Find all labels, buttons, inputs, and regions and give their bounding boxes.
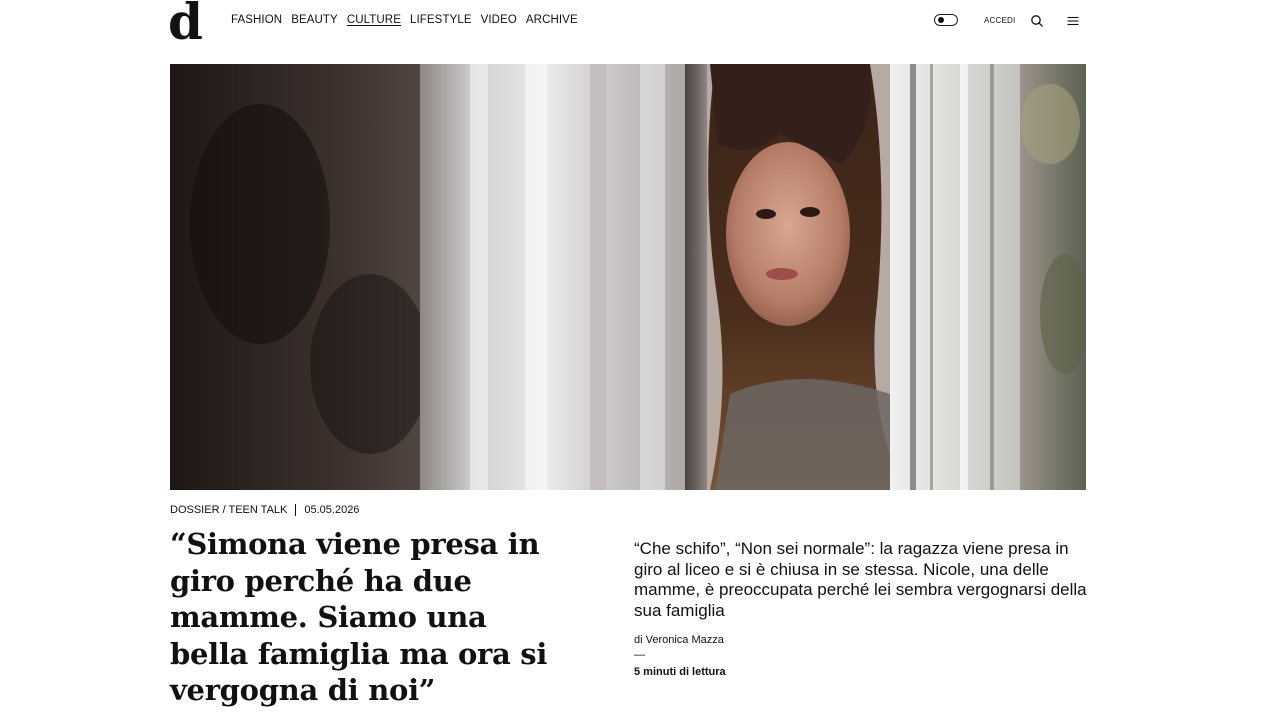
nav-item-culture[interactable]: CULTURE (347, 13, 401, 27)
article-byline: di Veronica Mazza (634, 634, 724, 646)
meta-divider (295, 504, 297, 516)
theme-toggle-icon (938, 17, 944, 23)
site-logo[interactable]: d (168, 0, 203, 48)
article-category[interactable]: DOSSIER / TEEN TALK (170, 503, 287, 517)
article-date: 05.05.2026 (304, 504, 360, 516)
nav-item-archive[interactable]: ARCHIVE (526, 13, 578, 27)
nav-item-fashion[interactable]: FASHION (231, 13, 282, 27)
menu-button[interactable] (1066, 14, 1080, 28)
search-button[interactable] (1030, 14, 1044, 28)
login-link[interactable]: ACCEDI (984, 16, 1015, 26)
nav-item-video[interactable]: VIDEO (481, 13, 517, 27)
search-icon (1031, 15, 1043, 27)
reading-time: 5 minuti di lettura (634, 666, 726, 678)
byline-dash: — (634, 649, 645, 661)
article-meta: DOSSIER / TEEN TALK 05.05.2026 (170, 503, 359, 517)
nav-item-beauty[interactable]: BEAUTY (291, 13, 338, 27)
nav-item-lifestyle[interactable]: LIFESTYLE (410, 13, 472, 27)
article-summary: “Che schifo”, “Non sei normale”: la raga… (634, 539, 1087, 620)
article-headline: “Simona viene presa in giro perché ha du… (170, 527, 548, 707)
site-header: d FASHION BEAUTY CULTURE LIFESTYLE VIDEO… (0, 0, 1280, 48)
hero-photo-illustration (170, 64, 1086, 490)
hero-image (170, 64, 1086, 490)
main-nav: FASHION BEAUTY CULTURE LIFESTYLE VIDEO A… (231, 13, 578, 27)
theme-toggle[interactable] (934, 14, 958, 26)
hamburger-menu-icon (1067, 16, 1079, 26)
